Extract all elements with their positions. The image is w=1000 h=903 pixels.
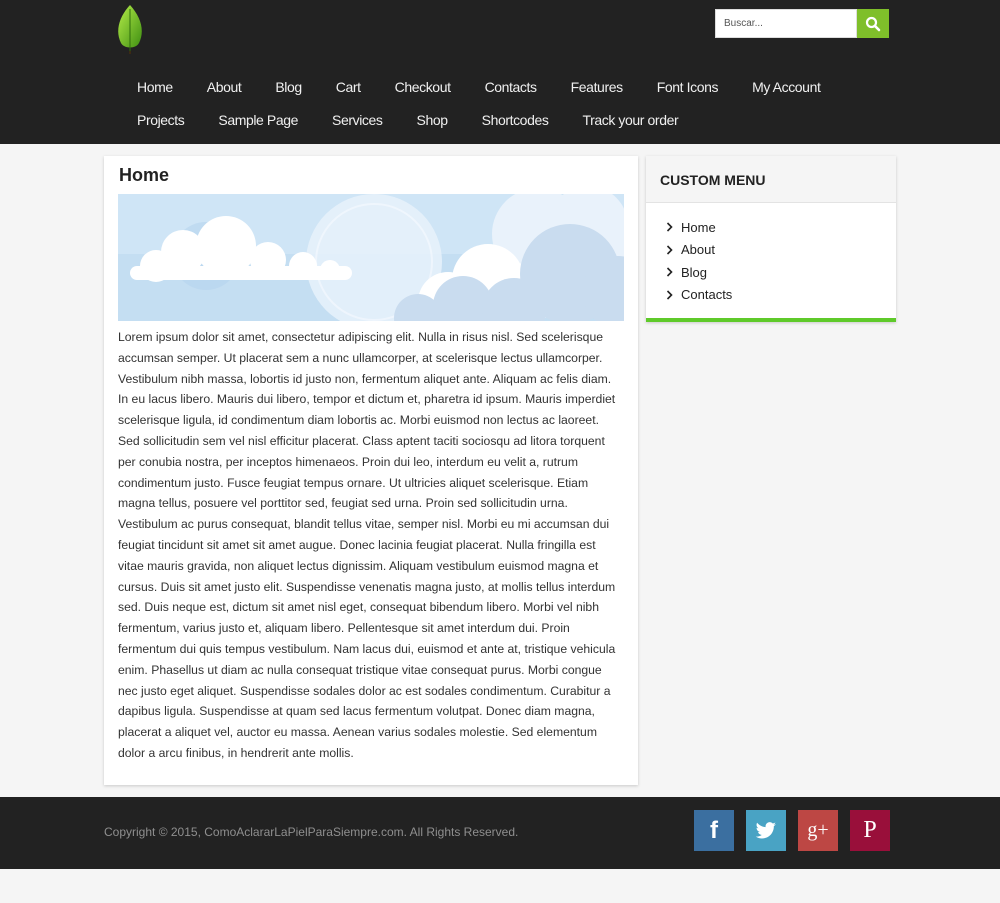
main-content: Home Lorem ipsum dolor sit amet, consect… (104, 156, 638, 785)
nav-row-1: Home About Blog Cart Checkout Contacts F… (120, 70, 880, 104)
article-body: Lorem ipsum dolor sit amet, consectetur … (118, 330, 616, 760)
custom-menu-item-home[interactable]: Home (666, 216, 896, 239)
nav-item-about[interactable]: About (190, 79, 259, 95)
nav-item-shop[interactable]: Shop (400, 112, 465, 128)
custom-menu-item-about[interactable]: About (666, 239, 896, 262)
chevron-right-icon (666, 245, 676, 255)
nav-item-sample-page[interactable]: Sample Page (201, 112, 315, 128)
custom-menu-item-label: Blog (681, 264, 708, 280)
main-navigation: Home About Blog Cart Checkout Contacts F… (120, 70, 880, 137)
custom-menu-item-label: Home (681, 219, 716, 235)
custom-menu-item-contacts[interactable]: Contacts (666, 284, 896, 307)
custom-menu-item-label: Contacts (681, 287, 733, 303)
chevron-right-icon (666, 222, 676, 232)
copyright-text: Copyright © 2015, ComoAclararLaPielParaS… (104, 825, 519, 839)
nav-item-projects[interactable]: Projects (120, 112, 201, 128)
nav-item-font-icons[interactable]: Font Icons (640, 79, 735, 95)
facebook-icon: f (710, 816, 718, 844)
google-plus-icon: g+ (807, 819, 829, 841)
nav-item-blog[interactable]: Blog (258, 79, 318, 95)
nav-item-checkout[interactable]: Checkout (378, 79, 468, 95)
custom-menu-widget: CUSTOM MENU Home About Blog Contacts (646, 156, 896, 322)
search-icon (865, 16, 881, 31)
page-title: Home (119, 165, 170, 185)
custom-menu-item-blog[interactable]: Blog (666, 261, 896, 284)
nav-item-cart[interactable]: Cart (319, 79, 378, 95)
site-header: Home About Blog Cart Checkout Contacts F… (0, 0, 1000, 144)
nav-item-home[interactable]: Home (120, 79, 190, 95)
twitter-button[interactable] (746, 810, 786, 851)
nav-item-contacts[interactable]: Contacts (468, 79, 554, 95)
header-banner-image (118, 194, 624, 321)
custom-menu-list: Home About Blog Contacts (646, 203, 896, 306)
chevron-right-icon (666, 290, 676, 300)
google-plus-button[interactable]: g+ (798, 810, 838, 851)
twitter-icon (755, 821, 776, 838)
nav-item-shortcodes[interactable]: Shortcodes (465, 112, 566, 128)
site-footer: Copyright © 2015, ComoAclararLaPielParaS… (0, 797, 1000, 869)
nav-item-services[interactable]: Services (315, 112, 399, 128)
custom-menu-item-label: About (681, 242, 715, 258)
facebook-button[interactable]: f (694, 810, 734, 851)
search-input[interactable] (715, 9, 857, 38)
nav-item-my-account[interactable]: My Account (735, 79, 837, 95)
nav-row-2: Projects Sample Page Services Shop Short… (120, 103, 880, 137)
widget-title: CUSTOM MENU (646, 156, 896, 203)
search-form (715, 9, 889, 38)
pinterest-icon: P (863, 817, 877, 843)
nav-item-track-your-order[interactable]: Track your order (565, 112, 695, 128)
pinterest-button[interactable]: P (850, 810, 890, 851)
leaf-logo-icon[interactable] (113, 3, 147, 55)
chevron-right-icon (666, 267, 676, 277)
search-button[interactable] (857, 9, 889, 38)
nav-item-features[interactable]: Features (554, 79, 640, 95)
